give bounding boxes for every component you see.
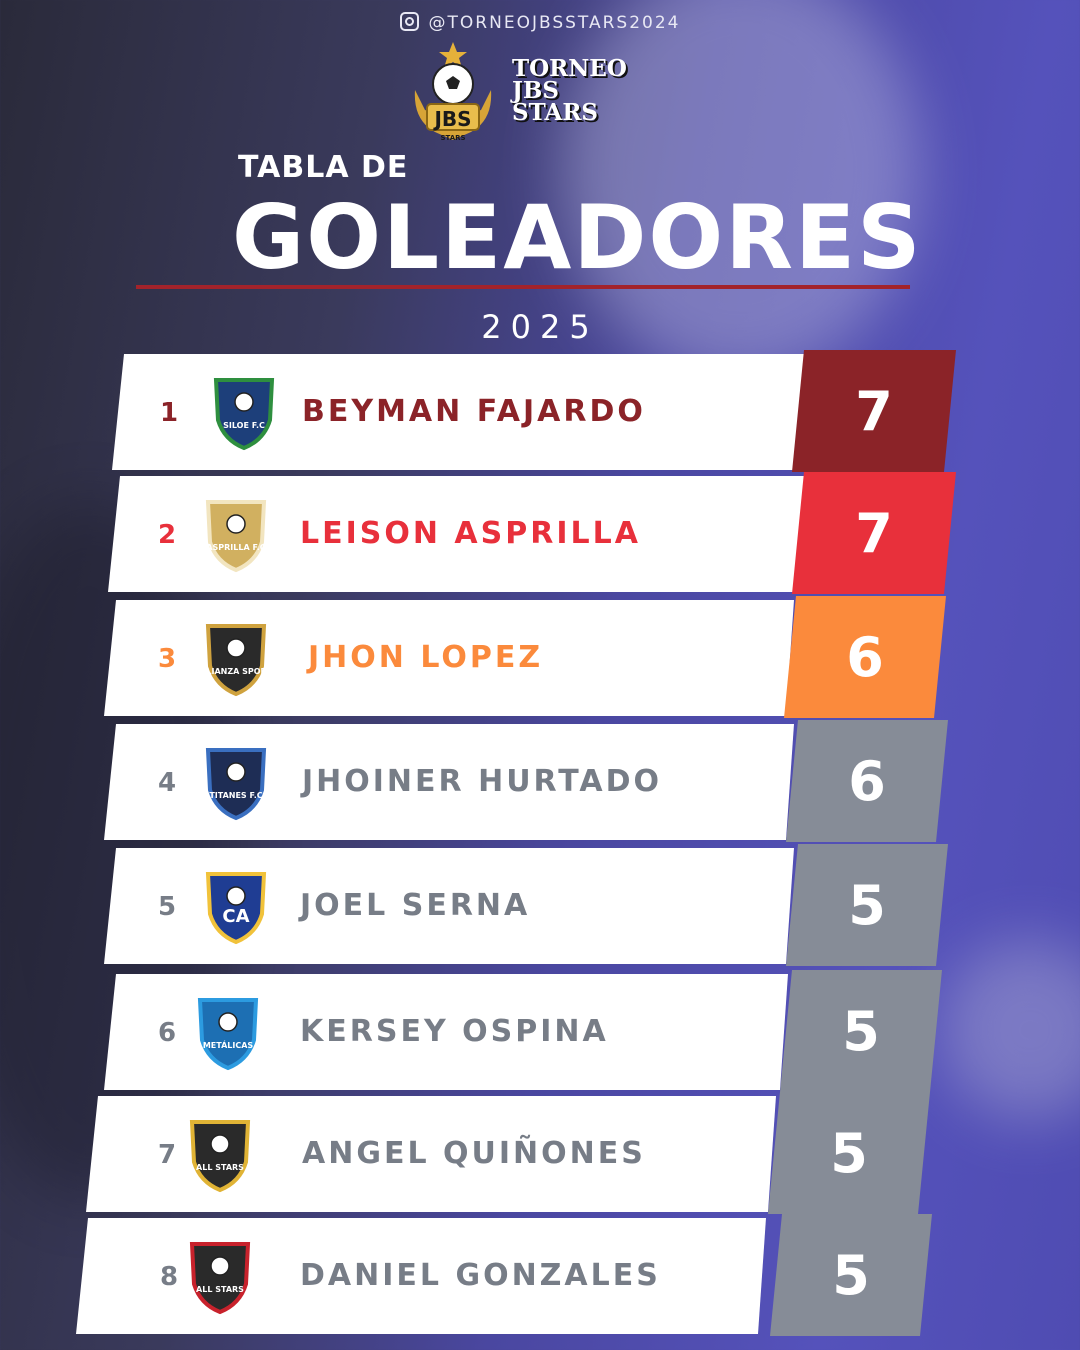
siloe-fc-crest-icon: SILOE F.C: [213, 378, 275, 451]
jbs-stars-logo: JBS STARS: [414, 42, 492, 142]
scorer-row: 8 ALL STARS DANIEL GONZALES 5: [76, 1218, 932, 1334]
svg-text:ALL STARS: ALL STARS: [196, 1163, 244, 1172]
scorer-goals: 7: [792, 472, 956, 594]
scorer-rank: 2: [158, 520, 177, 550]
scorer-name: KERSEY OSPINA: [300, 1014, 609, 1049]
combo-del-ayer-crest-icon: CA: [205, 872, 267, 945]
scorer-goals: 5: [768, 1092, 930, 1214]
asprilla-fc-crest-icon: ASPRILLA F.C: [205, 500, 267, 573]
scorer-rank: 1: [160, 398, 179, 428]
svg-text:TITANES F.C: TITANES F.C: [209, 791, 262, 800]
scorer-row: 4 TITANES F.C JHOINER HURTADO 6: [104, 724, 948, 840]
svg-text:CA: CA: [222, 906, 249, 927]
scorer-rank: 4: [158, 768, 177, 798]
svg-text:SILOE F.C: SILOE F.C: [223, 421, 265, 430]
all-stars-red-crest-icon: ALL STARS: [189, 1242, 251, 1315]
page-title: GOLEADORES: [232, 186, 923, 289]
scorer-rank: 8: [160, 1262, 179, 1292]
scorer-rank: 5: [158, 892, 177, 922]
background-ball-shape: [940, 940, 1080, 1120]
year-label: 2025: [481, 308, 599, 346]
svg-text:METÁLICAS: METÁLICAS: [203, 1039, 254, 1050]
subtitle: TABLA DE: [238, 150, 409, 185]
scorer-goals: 7: [792, 350, 956, 472]
instagram-handle[interactable]: @TORNEOJBSSTARS2024: [0, 12, 1080, 33]
scorer-goals: 5: [786, 844, 948, 966]
svg-text:STARS: STARS: [440, 134, 465, 142]
scorer-name: JHOINER HURTADO: [302, 764, 663, 799]
scorer-rank: 7: [158, 1140, 177, 1170]
titanes-fc-crest-icon: TITANES F.C: [205, 748, 267, 821]
scorer-row: 5 CA JOEL SERNA 5: [104, 848, 948, 964]
svg-text:ASPRILLA F.C: ASPRILLA F.C: [206, 543, 265, 552]
scorer-name: JOEL SERNA: [300, 888, 531, 923]
scorer-name: JHON LOPEZ: [308, 640, 544, 675]
scorer-name: DANIEL GONZALES: [300, 1258, 661, 1293]
scorer-row: 6 METÁLICAS KERSEY OSPINA 5: [104, 974, 942, 1090]
scorer-row: 2 ASPRILLA F.C LEISON ASPRILLA 7: [108, 476, 956, 592]
scorer-row: 1 SILOE F.C BEYMAN FAJARDO 7: [112, 354, 956, 470]
scorer-row: 7 ALL STARS ANGEL QUIÑONES 5: [86, 1096, 930, 1212]
scorer-goals: 5: [770, 1214, 932, 1336]
title-divider: [136, 285, 910, 289]
scorer-goals: 6: [784, 596, 946, 718]
svg-text:ALL STARS: ALL STARS: [196, 1285, 244, 1294]
metalicas-crest-icon: METÁLICAS: [197, 998, 259, 1071]
instagram-icon: [399, 12, 419, 31]
svg-text:ALIANZA SPORT: ALIANZA SPORT: [200, 667, 272, 676]
scorer-goals: 5: [780, 970, 942, 1092]
scorer-name: LEISON ASPRILLA: [300, 516, 641, 551]
scorer-name: BEYMAN FAJARDO: [302, 394, 646, 429]
brand-name: TORNEO JBS STARS: [512, 55, 627, 126]
scorer-rank: 3: [158, 644, 177, 674]
scorer-goals: 6: [786, 720, 948, 842]
scorer-rank: 6: [158, 1018, 177, 1048]
scorer-name: ANGEL QUIÑONES: [302, 1136, 646, 1171]
svg-text:JBS: JBS: [432, 107, 471, 131]
all-stars-gold-crest-icon: ALL STARS: [189, 1120, 251, 1193]
scorer-row: 3 ALIANZA SPORT JHON LOPEZ 6: [104, 600, 946, 716]
alianza-sport-crest-icon: ALIANZA SPORT: [200, 624, 272, 697]
